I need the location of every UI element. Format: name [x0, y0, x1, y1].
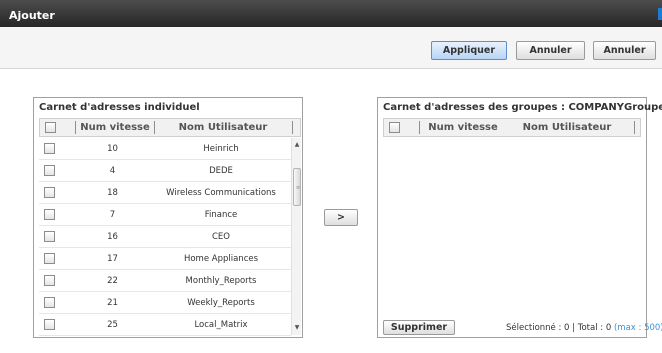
row-checkbox[interactable]: [44, 187, 55, 198]
row-checkbox[interactable]: [44, 143, 55, 154]
column-separator: [154, 121, 155, 134]
row-speed: 25: [107, 320, 118, 330]
row-user: CEO: [212, 232, 230, 242]
row-user: Wireless Communications: [166, 188, 276, 198]
table-row[interactable]: 7 Finance: [39, 204, 291, 226]
column-header-user[interactable]: Nom Utilisateur: [506, 122, 628, 133]
individual-panel-title: Carnet d'adresses individuel: [39, 102, 200, 113]
title-bar: Ajouter: [0, 0, 662, 27]
row-user: Weekly_Reports: [187, 298, 255, 308]
row-speed: 17: [107, 254, 118, 264]
max-limit: (max : 500): [613, 323, 662, 333]
column-separator: [419, 121, 420, 134]
vertical-scrollbar[interactable]: ▲ ≡ ▼: [291, 138, 301, 335]
individual-address-book-panel: Carnet d'adresses individuel Num vitesse…: [33, 97, 303, 338]
column-header-speed[interactable]: Num vitesse: [424, 122, 502, 133]
row-checkbox[interactable]: [44, 165, 55, 176]
table-row[interactable]: 21 Weekly_Reports: [39, 292, 291, 314]
group-table-header: Num vitesse Nom Utilisateur: [383, 118, 641, 137]
add-to-group-button[interactable]: >: [324, 209, 358, 226]
table-row[interactable]: 4 DEDE: [39, 160, 291, 182]
toolbar: Appliquer Annuler Annuler: [0, 27, 662, 69]
column-separator: [292, 121, 293, 134]
row-checkbox[interactable]: [44, 275, 55, 286]
table-row[interactable]: 16 CEO: [39, 226, 291, 248]
row-checkbox[interactable]: [44, 319, 55, 330]
row-speed: 21: [107, 298, 118, 308]
row-checkbox[interactable]: [44, 253, 55, 264]
row-user: Local_Matrix: [194, 320, 248, 330]
apply-button[interactable]: Appliquer: [431, 41, 507, 60]
row-speed: 18: [107, 188, 118, 198]
row-user: Monthly_Reports: [185, 276, 257, 286]
selection-status: Sélectionné : 0 | Total : 0 (max : 500): [506, 323, 662, 333]
selection-count: Sélectionné : 0 | Total : 0: [506, 323, 612, 333]
window-edge-accent: [658, 8, 662, 20]
row-speed: 22: [107, 276, 118, 286]
scroll-up-arrow-icon[interactable]: ▲: [293, 140, 301, 150]
row-checkbox[interactable]: [44, 297, 55, 308]
window-title: Ajouter: [9, 9, 55, 22]
group-address-book-panel: Carnet d'adresses des groupes : COMPANYG…: [377, 97, 662, 338]
delete-button[interactable]: Supprimer: [383, 320, 455, 335]
cancel-button[interactable]: Annuler: [516, 41, 585, 60]
select-all-checkbox[interactable]: [45, 122, 56, 133]
individual-table-header: Num vitesse Nom Utilisateur: [39, 118, 301, 137]
row-checkbox[interactable]: [44, 209, 55, 220]
cancel-button-secondary[interactable]: Annuler: [593, 41, 656, 60]
table-row[interactable]: 17 Home Appliances: [39, 248, 291, 270]
group-panel-title: Carnet d'adresses des groupes : COMPANYG…: [383, 102, 662, 113]
row-speed: 10: [107, 144, 118, 154]
row-speed: 7: [109, 210, 116, 220]
column-separator: [75, 121, 76, 134]
row-user: Home Appliances: [183, 254, 259, 264]
select-all-checkbox[interactable]: [389, 122, 400, 133]
column-header-user[interactable]: Nom Utilisateur: [158, 122, 288, 133]
grip-icon: ≡: [296, 185, 301, 191]
row-user: DEDE: [209, 166, 233, 176]
row-user: Finance: [204, 210, 238, 220]
table-row[interactable]: 10 Heinrich: [39, 138, 291, 160]
row-user: Heinrich: [203, 144, 239, 154]
table-row[interactable]: 22 Monthly_Reports: [39, 270, 291, 292]
row-speed: 16: [107, 232, 118, 242]
row-speed: 4: [109, 166, 116, 176]
table-row[interactable]: 25 Local_Matrix: [39, 314, 291, 336]
row-checkbox[interactable]: [44, 231, 55, 242]
table-row[interactable]: 18 Wireless Communications: [39, 182, 291, 204]
column-separator: [634, 121, 635, 134]
scroll-down-arrow-icon[interactable]: ▼: [293, 323, 301, 333]
column-header-speed[interactable]: Num vitesse: [80, 122, 150, 133]
scroll-thumb[interactable]: ≡: [293, 168, 301, 206]
